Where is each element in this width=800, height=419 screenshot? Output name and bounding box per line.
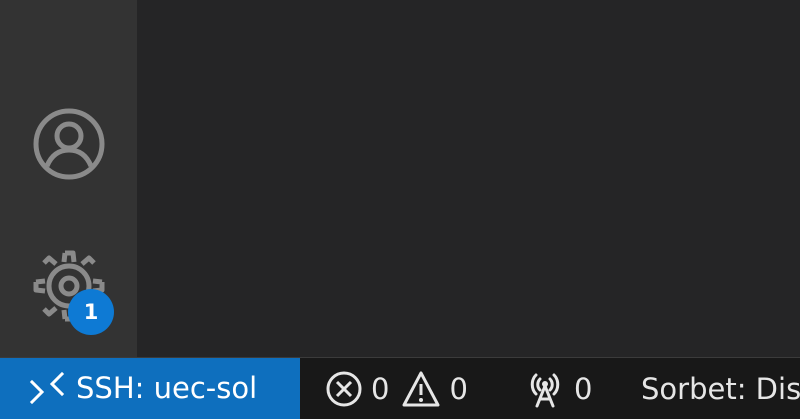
manage-update-badge: 1 <box>68 289 114 335</box>
sorbet-status[interactable]: Sorbet: Dis <box>641 358 800 419</box>
activity-bar: 1 <box>0 0 137 357</box>
editor-area <box>137 0 800 357</box>
remote-icon <box>27 371 65 405</box>
vscode-window: 1 SSH: uec-sol 0 0 0 Sorbet: Dis <box>0 0 800 419</box>
warning-icon <box>401 370 441 408</box>
remote-label: SSH: uec-sol <box>76 371 258 405</box>
remote-indicator[interactable]: SSH: uec-sol <box>0 358 300 419</box>
radio-tower-icon <box>526 369 564 409</box>
ports-count: 0 <box>574 372 593 406</box>
account-icon <box>32 107 106 181</box>
status-bar: SSH: uec-sol 0 0 0 Sorbet: Dis <box>0 357 800 419</box>
accounts-button[interactable] <box>0 103 137 185</box>
warning-count: 0 <box>449 372 468 406</box>
error-icon <box>325 370 363 408</box>
error-count: 0 <box>371 372 390 406</box>
ports-indicator[interactable]: 0 <box>526 358 592 419</box>
problems-indicator[interactable]: 0 0 <box>325 358 480 419</box>
